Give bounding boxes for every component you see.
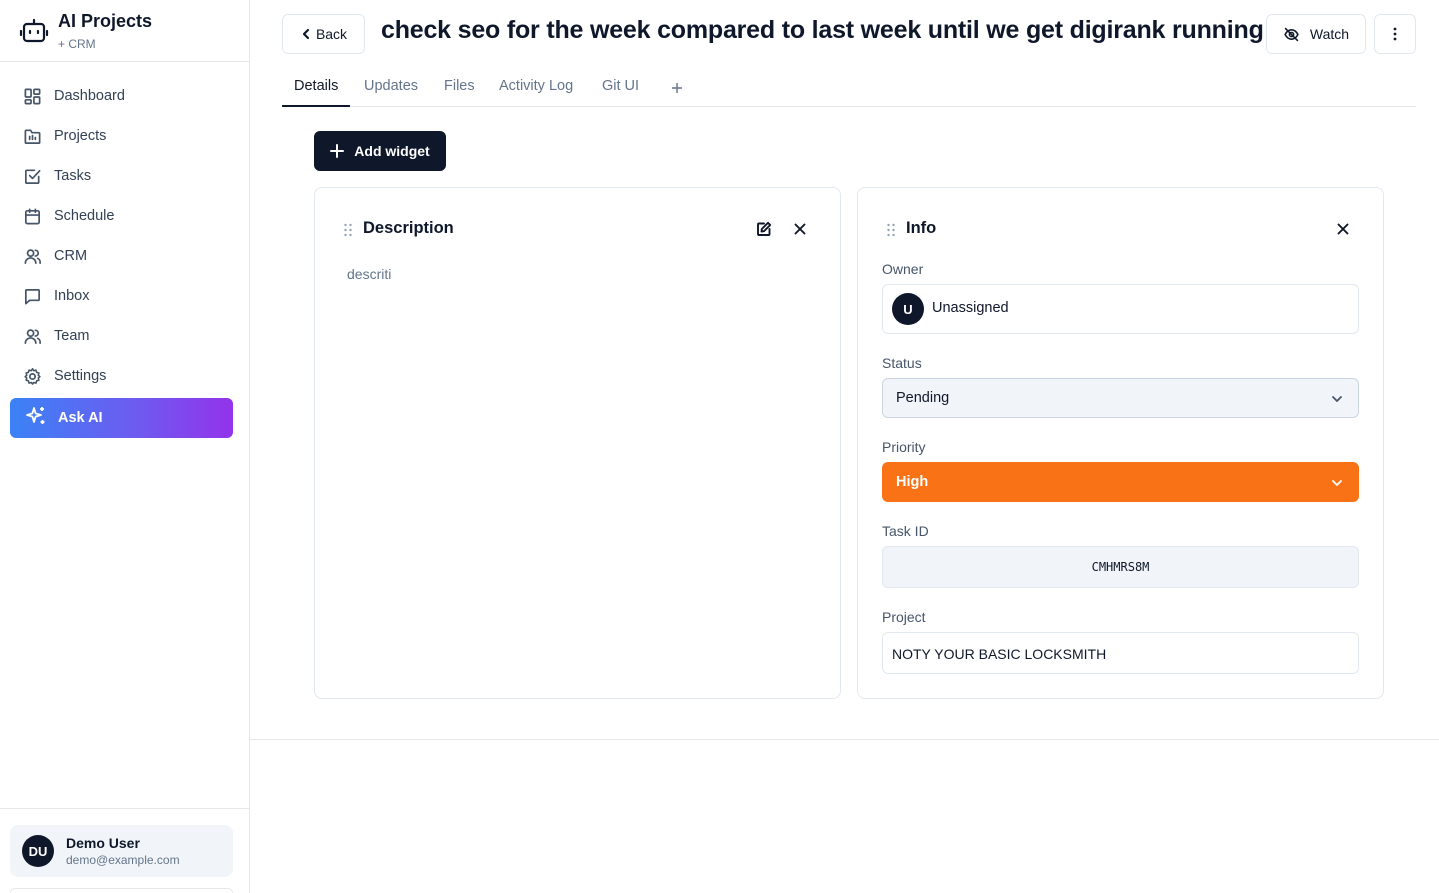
drag-handle-icon[interactable] [343, 223, 353, 237]
sidebar-item-label: Inbox [54, 288, 90, 304]
project-label: Project [882, 609, 926, 625]
owner-value: Unassigned [932, 300, 1009, 316]
sidebar-item-label: CRM [54, 248, 88, 264]
owner-select[interactable]: U Unassigned [882, 284, 1359, 334]
team-icon [22, 326, 42, 346]
sidebar-item-label: Tasks [54, 168, 92, 184]
chevron-left-icon [302, 28, 310, 40]
sidebar-item-projects[interactable]: Projects [10, 116, 233, 156]
ask-ai-label: Ask AI [58, 410, 103, 426]
user-name: Demo User [66, 835, 140, 851]
ask-ai-button[interactable]: Ask AI [10, 398, 233, 438]
user-email: demo@example.com [66, 853, 180, 867]
edit-icon [757, 221, 772, 236]
sidebar-item-team[interactable]: Team [10, 316, 233, 356]
widget-title: Description [363, 219, 454, 237]
back-button[interactable]: Back [282, 14, 365, 54]
sidebar-nav: Dashboard Projects Tasks Schedule CRM In… [10, 76, 233, 396]
divider [0, 808, 249, 809]
sidebar-item-label: Projects [54, 128, 107, 144]
project-field[interactable]: NOTY YOUR BASIC LOCKSMITH [882, 632, 1359, 674]
priority-label: Priority [882, 439, 926, 455]
close-widget-button[interactable] [789, 218, 811, 240]
divider [250, 739, 1439, 740]
sidebar-item-label: Settings [54, 368, 107, 384]
back-label: Back [315, 26, 348, 42]
chevron-down-icon [1330, 392, 1344, 406]
tab-git-ui[interactable]: Git UI [602, 78, 639, 107]
sidebar-item-tasks[interactable]: Tasks [10, 156, 233, 196]
info-widget: Info Owner U Unassigned Status Pending P… [857, 187, 1384, 699]
avatar: U [892, 293, 924, 325]
tab-details[interactable]: Details [282, 78, 351, 107]
sparkles-icon [25, 405, 58, 432]
sidebar-item-dashboard[interactable]: Dashboard [10, 76, 233, 116]
priority-value: High [896, 474, 929, 490]
sidebar-item-crm[interactable]: CRM [10, 236, 233, 276]
owner-label: Owner [882, 261, 924, 277]
users-icon [22, 246, 42, 266]
sidebar-item-schedule[interactable]: Schedule [10, 196, 233, 236]
folder-icon [22, 126, 42, 146]
calendar-icon [22, 206, 42, 226]
project-value: NOTY YOUR BASIC LOCKSMITH [892, 646, 1107, 662]
widget-title: Info [906, 219, 937, 237]
chevron-down-icon [1330, 476, 1344, 490]
sidebar-item-label: Team [54, 328, 90, 344]
status-label: Status [882, 355, 922, 371]
checkbox-icon [22, 166, 42, 186]
plus-icon [672, 83, 682, 93]
close-widget-button[interactable] [1332, 218, 1354, 240]
dashboard-icon [22, 86, 42, 106]
more-vertical-icon [1393, 27, 1397, 41]
close-icon [794, 223, 806, 235]
tab-bar: Details Updates Files Activity Log Git U… [282, 70, 1416, 107]
robot-icon [19, 17, 49, 45]
watch-label: Watch [1309, 26, 1350, 42]
avatar: DU [22, 835, 54, 867]
sidebar-item-settings[interactable]: Settings [10, 356, 233, 396]
message-icon [22, 286, 42, 306]
description-widget: Description descriti [314, 187, 841, 699]
status-select[interactable]: Pending [882, 378, 1359, 418]
user-card[interactable]: DU Demo User demo@example.com [10, 825, 233, 877]
divider [10, 888, 233, 893]
tab-activity-log[interactable]: Activity Log [499, 78, 573, 107]
drag-handle-icon[interactable] [886, 223, 896, 237]
tab-files[interactable]: Files [444, 78, 475, 107]
add-tab-button[interactable] [671, 76, 683, 99]
sidebar-item-label: Schedule [54, 208, 115, 224]
app: AI Projects + CRM Dashboard Projects Tas… [0, 0, 1439, 893]
priority-select[interactable]: High [882, 462, 1359, 502]
eye-off-icon [1284, 27, 1299, 41]
task-id-field: CMHMRS8M [882, 546, 1359, 588]
watch-button[interactable]: Watch [1266, 14, 1366, 54]
plus-icon [330, 144, 345, 158]
sidebar: AI Projects + CRM Dashboard Projects Tas… [0, 0, 250, 893]
page-title: check seo for the week compared to last … [381, 16, 1264, 44]
brand-title: AI Projects [58, 11, 153, 31]
sidebar-item-inbox[interactable]: Inbox [10, 276, 233, 316]
brand-subtitle: + CRM [58, 37, 96, 51]
gear-icon [22, 366, 42, 386]
tab-updates[interactable]: Updates [364, 78, 418, 107]
close-icon [1337, 223, 1349, 235]
brand: AI Projects + CRM [0, 0, 249, 62]
task-id-label: Task ID [882, 523, 929, 539]
add-widget-button[interactable]: Add widget [314, 131, 446, 171]
edit-button[interactable] [753, 218, 775, 240]
task-id-value: CMHMRS8M [1091, 560, 1150, 574]
sidebar-item-label: Dashboard [54, 88, 125, 104]
status-value: Pending [896, 390, 950, 406]
add-widget-label: Add widget [354, 143, 430, 159]
description-text[interactable]: descriti [347, 266, 391, 282]
more-options-button[interactable] [1374, 14, 1416, 54]
